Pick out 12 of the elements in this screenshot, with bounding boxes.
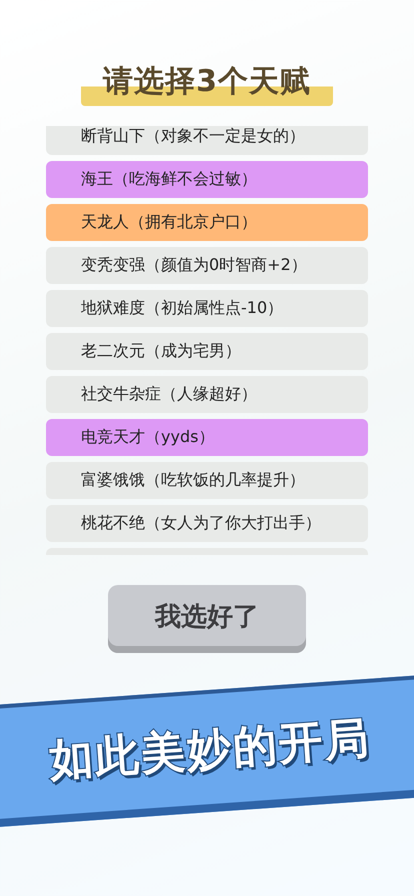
talent-option[interactable]: 天龙人（拥有北京户口） xyxy=(46,204,368,241)
confirm-button[interactable]: 我选好了 xyxy=(108,585,306,653)
talent-option[interactable]: 富婆饿饿（吃软饭的几率提升） xyxy=(46,462,368,499)
talent-option[interactable]: 社交牛杂症（人缘超好） xyxy=(46,376,368,413)
talent-option[interactable]: 老二次元（成为宅男） xyxy=(46,333,368,370)
talent-option[interactable]: 断背山下（对象不一定是女的） xyxy=(46,126,368,155)
talent-option[interactable]: 变秃变强（颜值为0时智商+2） xyxy=(46,247,368,284)
banner-text: 如此美妙的开局 xyxy=(47,711,373,788)
talent-option[interactable]: 地狱难度（初始属性点-10） xyxy=(46,290,368,327)
talent-option[interactable]: 电竞天才（yyds） xyxy=(46,419,368,456)
talent-option[interactable]: 海王（吃海鲜不会过敏） xyxy=(46,161,368,198)
talent-option[interactable]: 桃花不绝（女人为了你大打出手） xyxy=(46,505,368,542)
